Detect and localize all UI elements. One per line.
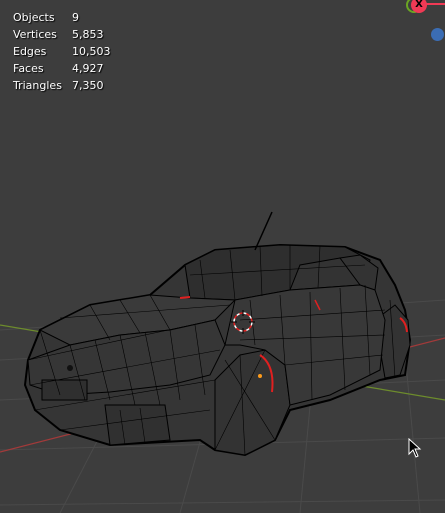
stat-row-triangles: Triangles 7,350	[13, 77, 111, 94]
stat-value: 5,853	[72, 28, 104, 41]
stat-value: 9	[72, 11, 79, 24]
stat-row-objects: Objects 9	[13, 9, 111, 26]
gizmo-z-axis[interactable]	[431, 28, 444, 41]
stat-label: Edges	[13, 45, 47, 58]
car-wireframe[interactable]	[23, 211, 412, 457]
stat-label: Triangles	[13, 79, 62, 92]
stat-value: 7,350	[72, 79, 104, 92]
stat-value: 10,503	[72, 45, 111, 58]
gizmo-x-axis-line	[425, 3, 445, 5]
mouse-pointer-icon	[408, 438, 422, 458]
stat-row-edges: Edges 10,503	[13, 43, 111, 60]
stat-value: 4,927	[72, 62, 104, 75]
stat-row-vertices: Vertices 5,853	[13, 26, 111, 43]
stat-label: Objects	[13, 11, 55, 24]
stat-label: Faces	[13, 62, 44, 75]
3d-viewport[interactable]: Objects 9 Vertices 5,853 Edges 10,503 Fa…	[0, 0, 445, 513]
scene-statistics: Objects 9 Vertices 5,853 Edges 10,503 Fa…	[13, 9, 111, 94]
stat-row-faces: Faces 4,927	[13, 60, 111, 77]
stat-label: Vertices	[13, 28, 57, 41]
